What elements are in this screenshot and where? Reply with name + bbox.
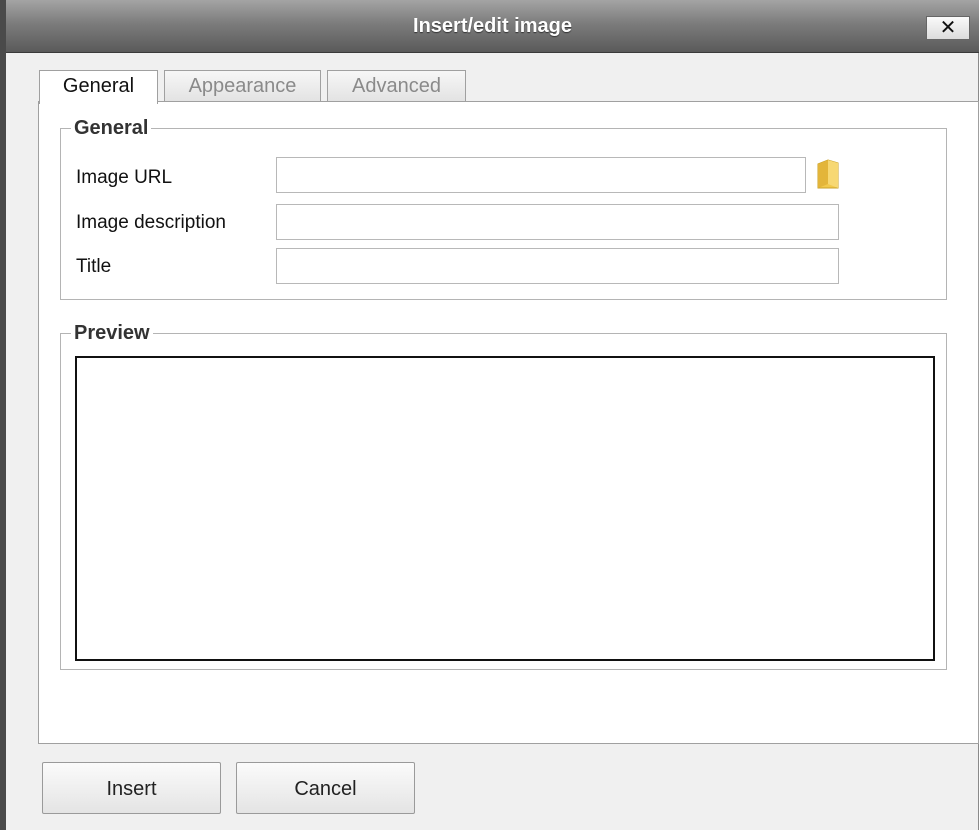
title-label: Title: [76, 256, 112, 277]
tab-general-label: General: [62, 75, 135, 97]
dialog-title: Insert/edit image: [413, 15, 572, 37]
cancel-button[interactable]: Cancel: [236, 762, 415, 814]
insert-button[interactable]: Insert: [42, 762, 221, 814]
folder-icon[interactable]: [814, 158, 840, 190]
image-description-input[interactable]: [276, 204, 839, 240]
general-legend: General: [74, 117, 149, 139]
preview-legend: Preview: [74, 322, 150, 344]
title-input[interactable]: [276, 248, 839, 284]
insert-edit-image-dialog: Insert/edit image ✕ General Appearance A…: [0, 0, 979, 830]
close-icon: ✕: [939, 17, 957, 39]
tab-advanced-label: Advanced: [352, 75, 441, 97]
tab-appearance-label: Appearance: [188, 75, 297, 97]
image-url-input[interactable]: [276, 157, 806, 193]
image-url-label: Image URL: [76, 167, 173, 188]
image-preview-area: [75, 356, 935, 661]
image-description-label: Image description: [76, 212, 226, 233]
tab-appearance[interactable]: Appearance: [164, 70, 321, 102]
tab-advanced[interactable]: Advanced: [327, 70, 466, 102]
dialog-titlebar[interactable]: Insert/edit image ✕: [6, 0, 979, 53]
close-button[interactable]: ✕: [926, 16, 970, 40]
tab-general[interactable]: General: [39, 70, 158, 104]
